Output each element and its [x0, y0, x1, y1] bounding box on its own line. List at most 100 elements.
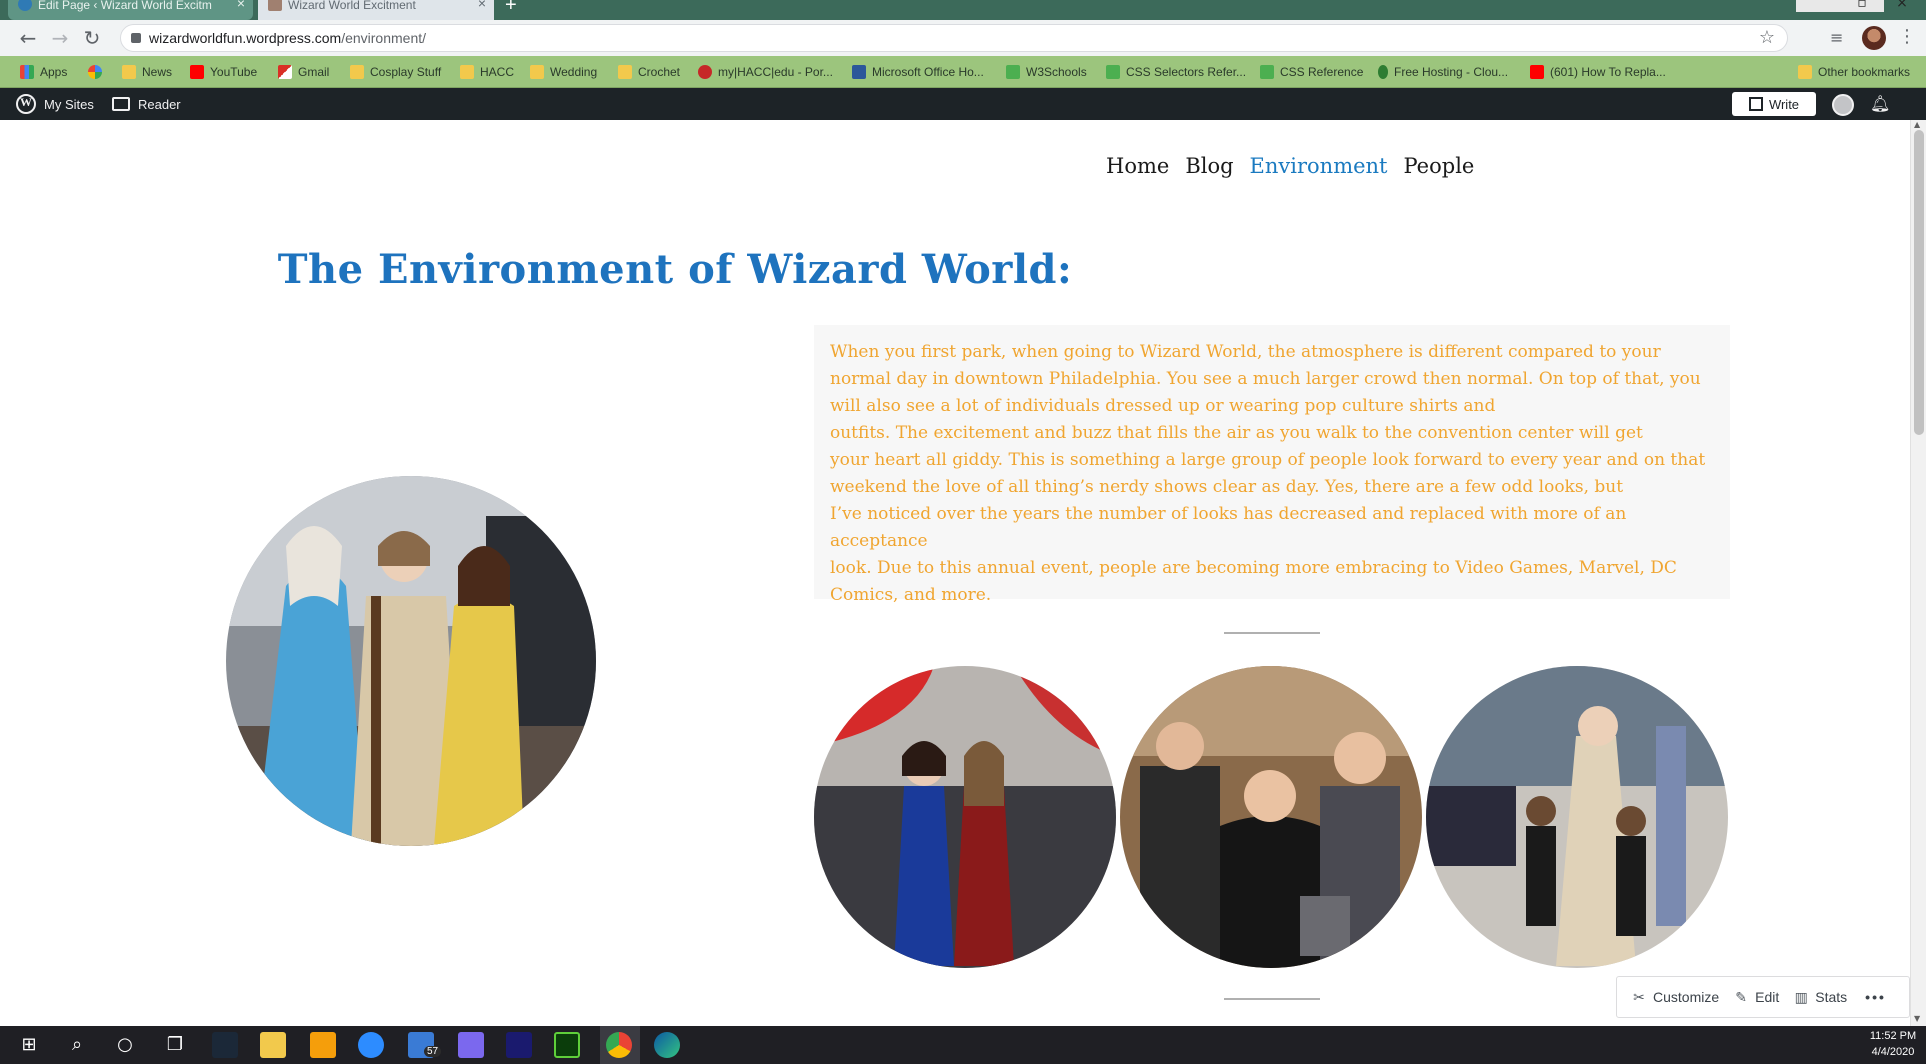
reload-icon[interactable]: ↻: [80, 26, 104, 50]
amazon-music-icon[interactable]: [506, 1032, 532, 1058]
bookmarks-bar: Apps News YouTube Gmail Cosplay Stuff HA…: [0, 56, 1926, 88]
media-control-icon[interactable]: ≡: [1830, 28, 1843, 47]
task-view-icon[interactable]: ❐: [162, 1032, 188, 1058]
folder-icon: [460, 65, 474, 79]
bookmark-news[interactable]: News: [122, 56, 172, 88]
youtube-icon: [190, 65, 204, 79]
bookmark-crochet[interactable]: Crochet: [618, 56, 680, 88]
bookmark-gmail[interactable]: Gmail: [278, 56, 329, 88]
bookmark-w3schools[interactable]: W3Schools: [1006, 56, 1087, 88]
window-close-icon[interactable]: ×: [1880, 0, 1924, 12]
clock-time: 11:52 PM: [1869, 1030, 1917, 1042]
search-icon[interactable]: ⌕: [64, 1032, 90, 1058]
folder-icon: [530, 65, 544, 79]
separator: [1224, 632, 1320, 634]
scroll-up-icon[interactable]: ▲: [1914, 120, 1920, 129]
maximize-icon[interactable]: ▫: [1840, 0, 1884, 12]
wp-user-avatar[interactable]: [1832, 94, 1854, 116]
microsoft-store-icon[interactable]: [310, 1032, 336, 1058]
wordpress-admin-bar: My Sites Reader: [0, 88, 1926, 120]
write-icon: [1748, 97, 1763, 111]
nav-home[interactable]: Home: [1106, 154, 1169, 178]
system-clock[interactable]: 11:52 PM 4/4/2020: [1864, 1028, 1922, 1060]
more-options-icon[interactable]: •••: [1865, 989, 1886, 1005]
page-scrollbar[interactable]: ▲ ▼: [1910, 120, 1926, 1026]
stats-button[interactable]: ▥ Stats: [1793, 989, 1848, 1005]
zoom-icon[interactable]: [358, 1032, 384, 1058]
tab-title: Wizard World Excitment: [288, 0, 416, 12]
minimize-icon[interactable]: [1796, 0, 1840, 12]
bookmark-css-reference[interactable]: CSS Reference: [1260, 56, 1363, 88]
w3schools-icon: [1006, 65, 1020, 79]
url-input[interactable]: wizardworldfun.wordpress.com/environment…: [120, 24, 1788, 52]
folder-icon: [122, 65, 136, 79]
wordpress-logo-icon: [16, 94, 36, 114]
menu-dots-icon[interactable]: ⋮: [1898, 26, 1916, 47]
nav-environment[interactable]: Environment: [1250, 154, 1388, 178]
cosplay-photo-2[interactable]: [1120, 666, 1422, 968]
customize-button[interactable]: ✂ Customize: [1631, 989, 1719, 1005]
star-icon[interactable]: ☆: [1759, 27, 1775, 48]
bookmark-youtube-video[interactable]: (601) How To Repla...: [1530, 56, 1666, 88]
browser-tab-strip: Edit Page ‹ Wizard World Excitm × Wizard…: [0, 0, 1926, 20]
dreamweaver-icon[interactable]: [554, 1032, 580, 1058]
bookmark-apps[interactable]: Apps: [20, 56, 67, 88]
w3schools-icon: [1260, 65, 1274, 79]
customize-edit-stats-toolbar: ✂ Customize ✎ Edit ▥ Stats •••: [1616, 976, 1910, 1018]
windows-start-icon[interactable]: ⊞: [16, 1032, 42, 1058]
cosplay-photo-1[interactable]: [814, 666, 1116, 968]
my-sites-link[interactable]: My Sites: [16, 88, 94, 120]
separator: [1224, 998, 1320, 1000]
tools-icon: ✂: [1633, 989, 1645, 1005]
cortana-icon[interactable]: ○: [112, 1032, 138, 1058]
scroll-down-icon[interactable]: ▼: [1914, 1014, 1920, 1023]
bookmark-google[interactable]: [88, 56, 108, 88]
bookmark-cosplay-stuff[interactable]: Cosplay Stuff: [350, 56, 441, 88]
messenger-icon[interactable]: [458, 1032, 484, 1058]
bookmark-hacc[interactable]: HACC: [460, 56, 514, 88]
environment-paragraph: When you first park, when going to Wizar…: [830, 342, 1706, 605]
reader-link[interactable]: Reader: [112, 88, 181, 120]
steam-icon[interactable]: [212, 1032, 238, 1058]
close-icon[interactable]: ×: [237, 0, 245, 10]
bookmark-youtube[interactable]: YouTube: [190, 56, 257, 88]
word-icon: [852, 65, 866, 79]
bookmark-myhacc[interactable]: my|HACC|edu - Por...: [698, 56, 833, 88]
notifications-bell-icon[interactable]: 🔔︎: [1870, 94, 1890, 114]
folder-icon: [1798, 65, 1812, 79]
cosplay-group-photo[interactable]: [226, 476, 596, 846]
cloudaccess-icon: [1378, 65, 1388, 79]
bar-chart-icon: ▥: [1794, 989, 1808, 1005]
wordpress-favicon-icon: [18, 0, 32, 11]
bookmark-css-selectors[interactable]: CSS Selectors Refer...: [1106, 56, 1246, 88]
tab-title: Edit Page ‹ Wizard World Excitm: [38, 0, 212, 12]
google-icon: [88, 65, 102, 79]
file-explorer-icon[interactable]: [260, 1032, 286, 1058]
hacc-icon: [698, 65, 712, 79]
back-arrow-icon[interactable]: ←: [16, 26, 40, 50]
edge-icon[interactable]: [654, 1032, 680, 1058]
nav-people[interactable]: People: [1404, 154, 1475, 178]
bookmark-wedding[interactable]: Wedding: [530, 56, 597, 88]
close-icon[interactable]: ×: [478, 0, 486, 10]
chrome-icon[interactable]: [606, 1032, 632, 1058]
nav-blog[interactable]: Blog: [1185, 154, 1233, 178]
apps-grid-icon: [20, 65, 34, 79]
bookmark-microsoft-office[interactable]: Microsoft Office Ho...: [852, 56, 984, 88]
cosplay-photo-3[interactable]: [1426, 666, 1728, 968]
lock-icon: [131, 33, 141, 43]
tab-wizard-world[interactable]: Wizard World Excitment ×: [258, 0, 494, 20]
write-button[interactable]: Write: [1732, 92, 1816, 116]
scrollbar-thumb[interactable]: [1914, 130, 1924, 435]
bookmark-other[interactable]: Other bookmarks: [1798, 56, 1910, 88]
forward-arrow-icon[interactable]: →: [48, 26, 72, 50]
new-tab-icon[interactable]: +: [505, 0, 517, 17]
folder-icon: [618, 65, 632, 79]
windows-taskbar: [0, 1026, 1926, 1064]
profile-avatar[interactable]: [1862, 26, 1886, 50]
pencil-icon: ✎: [1735, 989, 1747, 1005]
bookmark-free-hosting[interactable]: Free Hosting - Clou...: [1378, 56, 1508, 88]
edit-button[interactable]: ✎ Edit: [1733, 989, 1779, 1005]
clock-date: 4/4/2020: [1871, 1046, 1915, 1058]
tab-edit-page[interactable]: Edit Page ‹ Wizard World Excitm ×: [8, 0, 253, 20]
